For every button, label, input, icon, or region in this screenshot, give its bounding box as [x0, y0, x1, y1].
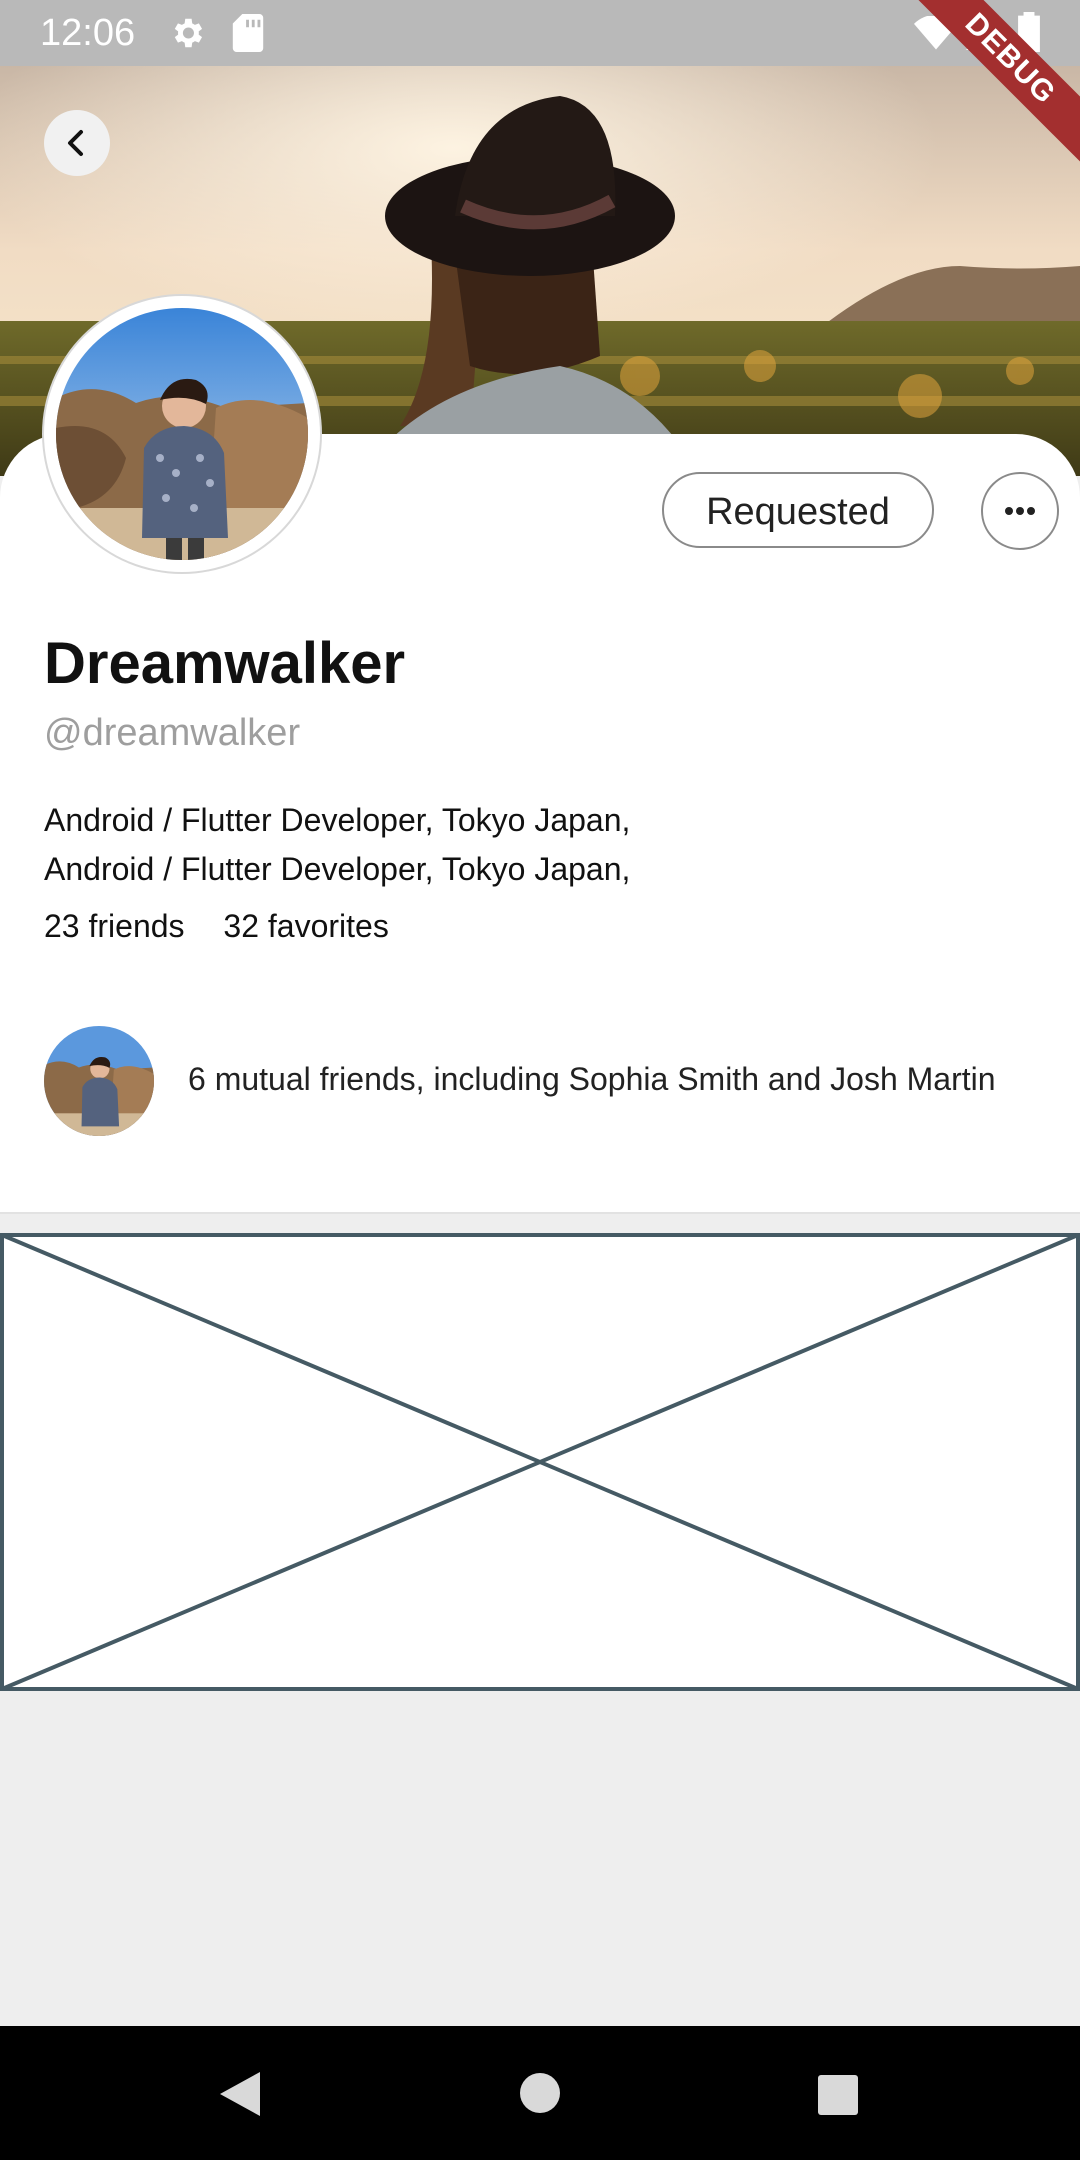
avatar-image [56, 308, 308, 560]
navigation-bar [0, 2026, 1080, 2160]
back-button[interactable] [44, 110, 110, 176]
chevron-left-icon [68, 130, 83, 156]
profile-avatar[interactable] [44, 296, 320, 572]
image-placeholder [0, 1233, 1080, 1691]
favorites-count[interactable]: 32 favorites [223, 908, 388, 944]
bio-line: Android / Flutter Developer, Tokyo Japan… [44, 851, 631, 887]
gear-icon [168, 14, 206, 57]
profile-bio: Android / Flutter Developer, Tokyo Japan… [44, 796, 630, 894]
sd-card-icon [232, 14, 264, 57]
more-button[interactable] [981, 472, 1059, 550]
profile-name: Dreamwalker [44, 631, 406, 696]
profile-handle: @dreamwalker [44, 712, 301, 754]
back-triangle-icon[interactable] [218, 2070, 262, 2123]
mutual-friend-avatar[interactable] [44, 1026, 154, 1136]
recents-square-icon[interactable] [817, 2074, 859, 2121]
bio-line: Android / Flutter Developer, Tokyo Japan… [44, 802, 631, 838]
divider [0, 1212, 1080, 1214]
more-horizontal-icon [1005, 507, 1035, 515]
requested-button[interactable]: Requested [662, 472, 934, 548]
status-bar: 12:06 [0, 0, 1080, 66]
profile-stats: 23 friends 32 favorites [44, 908, 419, 945]
status-time: 12:06 [40, 12, 136, 54]
home-circle-icon[interactable] [519, 2072, 561, 2119]
mutual-friends-text[interactable]: 6 mutual friends, including Sophia Smith… [188, 1061, 996, 1098]
friends-count[interactable]: 23 friends [44, 908, 185, 944]
